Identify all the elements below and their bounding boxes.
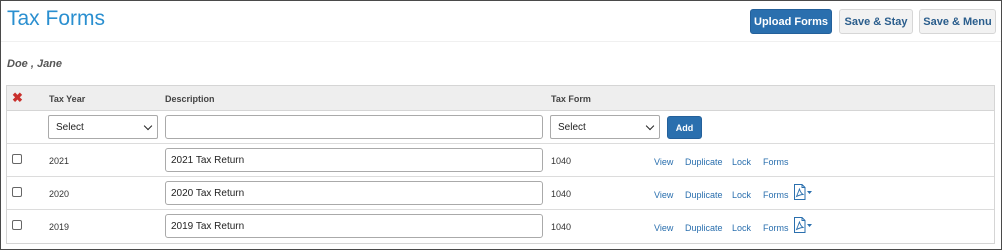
lock-link[interactable]: Lock xyxy=(732,157,751,167)
forms-link[interactable]: Forms xyxy=(763,190,789,200)
row-tax-year: 2021 xyxy=(49,156,70,166)
chevron-down-icon xyxy=(645,121,655,131)
upload-forms-button[interactable]: Upload Forms xyxy=(750,9,832,34)
view-link[interactable]: View xyxy=(654,223,673,233)
save-and-stay-button[interactable]: Save & Stay xyxy=(839,9,913,34)
row-description-input[interactable]: 2021 Tax Return xyxy=(165,148,543,172)
column-header-tax-form: Tax Form xyxy=(551,94,591,104)
tax-form-select-value: Select xyxy=(558,121,586,133)
tax-form-select[interactable]: Select xyxy=(550,115,660,139)
table-row: 2020 2020 Tax Return 1040 View Duplicate… xyxy=(7,177,994,210)
delete-x-icon[interactable]: ✖ xyxy=(12,91,23,104)
header-divider xyxy=(1,41,1001,42)
lock-link[interactable]: Lock xyxy=(732,190,751,200)
pdf-dropdown-icon[interactable] xyxy=(793,217,813,233)
column-header-description: Description xyxy=(165,94,215,104)
row-tax-year: 2019 xyxy=(49,222,70,232)
tax-forms-window: Tax Forms Upload Forms Save & Stay Save … xyxy=(0,0,1002,250)
table-row: 2021 2021 Tax Return 1040 View Duplicate… xyxy=(7,144,994,177)
duplicate-link[interactable]: Duplicate xyxy=(685,190,723,200)
view-link[interactable]: View xyxy=(654,157,673,167)
new-entry-row: Select Select Add xyxy=(7,111,994,144)
pdf-dropdown-icon[interactable] xyxy=(793,184,813,200)
row-tax-year: 2020 xyxy=(49,189,70,199)
view-link[interactable]: View xyxy=(654,190,673,200)
forms-link[interactable]: Forms xyxy=(763,157,789,167)
save-and-menu-button[interactable]: Save & Menu xyxy=(919,9,996,34)
column-header-tax-year: Tax Year xyxy=(49,94,86,104)
row-description-input[interactable]: 2019 Tax Return xyxy=(165,214,543,238)
row-checkbox[interactable] xyxy=(12,220,22,230)
row-tax-form: 1040 xyxy=(551,156,572,166)
add-button[interactable]: Add xyxy=(667,116,702,139)
tax-year-select[interactable]: Select xyxy=(48,115,158,139)
row-checkbox[interactable] xyxy=(12,154,22,164)
lock-link[interactable]: Lock xyxy=(732,223,751,233)
table-row: 2019 2019 Tax Return 1040 View Duplicate… xyxy=(7,210,994,243)
row-tax-form: 1040 xyxy=(551,222,572,232)
tax-year-select-value: Select xyxy=(56,121,84,133)
page-title: Tax Forms xyxy=(7,7,106,30)
tax-forms-table: ✖ Tax Year Description Tax Form Select S… xyxy=(6,85,995,244)
row-description-input[interactable]: 2020 Tax Return xyxy=(165,181,543,205)
row-tax-form: 1040 xyxy=(551,189,572,199)
taxpayer-name: Doe , Jane xyxy=(7,58,63,70)
duplicate-link[interactable]: Duplicate xyxy=(685,157,723,167)
duplicate-link[interactable]: Duplicate xyxy=(685,223,723,233)
table-header-row: ✖ Tax Year Description Tax Form xyxy=(7,86,994,111)
chevron-down-icon xyxy=(143,121,153,131)
forms-link[interactable]: Forms xyxy=(763,223,789,233)
row-checkbox[interactable] xyxy=(12,187,22,197)
description-input[interactable] xyxy=(165,115,543,139)
